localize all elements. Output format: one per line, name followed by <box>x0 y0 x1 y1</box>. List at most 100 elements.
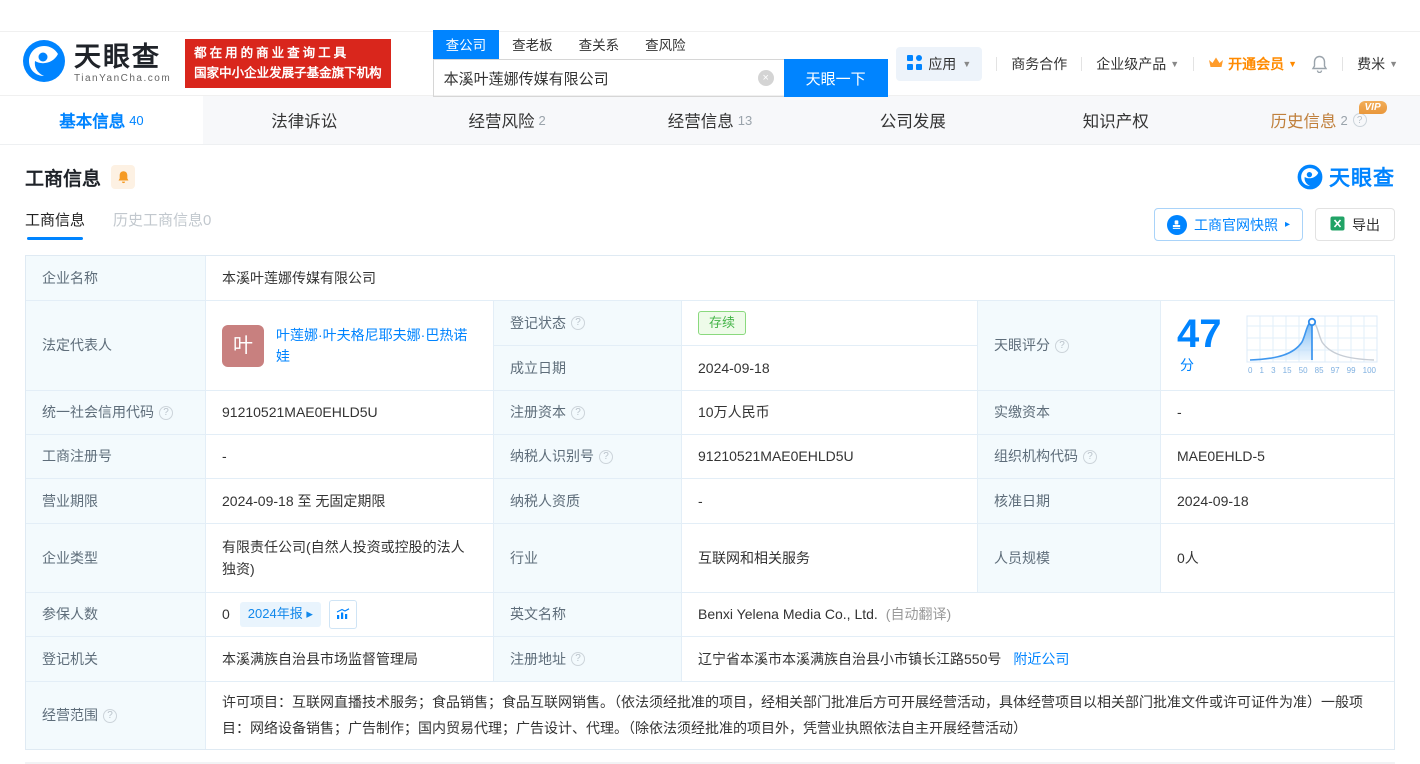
business-scope-label: 经营范围 <box>42 707 98 724</box>
reg-number-value: - <box>206 435 494 479</box>
top-strip <box>0 0 1420 32</box>
tab-label: 历史信息 <box>1270 113 1337 131</box>
tab-count: 40 <box>129 112 144 128</box>
help-icon[interactable]: ? <box>571 405 585 420</box>
field-label-reg-authority: 登记机关 <box>26 637 206 682</box>
header-menu: 应用 ▼ 商务合作 企业级产品 ▼ 开通会员 ▼ 费米 ▼ <box>896 46 1398 81</box>
field-label-business-scope: 经营范围 ? <box>26 682 206 749</box>
clear-icon[interactable]: × <box>757 70 774 86</box>
help-icon[interactable]: ? <box>599 449 613 464</box>
business-info-table: 企业名称 本溪叶莲娜传媒有限公司 法定代表人 叶 叶莲娜·叶夫格尼耶夫娜·巴热诺… <box>25 255 1395 750</box>
chevron-down-icon: ▼ <box>962 58 972 69</box>
taxpayer-qualification-value: - <box>682 479 978 524</box>
auto-translate-note: (自动翻译) <box>885 606 952 623</box>
tab-label: 公司发展 <box>879 113 946 131</box>
chevron-down-icon: ▼ <box>1288 58 1298 69</box>
tab-label: 基本信息 <box>59 113 126 131</box>
annual-report-tag[interactable]: 2024年报 ▸ <box>239 602 321 627</box>
trend-chart-button[interactable] <box>328 600 357 629</box>
field-label-staff-size: 人员规模 <box>978 524 1161 593</box>
search-button[interactable]: 天眼一下 <box>783 59 888 97</box>
field-label-tianyan-score: 天眼评分 ? <box>978 301 1161 391</box>
reg-authority-value: 本溪满族自治县市场监督管理局 <box>206 637 494 682</box>
logo-eye-icon <box>22 39 66 88</box>
nearby-companies-link[interactable]: 附近公司 <box>1013 648 1069 670</box>
brand-eye-icon <box>1297 164 1323 190</box>
company-type-value: 有限责任公司(自然人投资或控股的法人独资) <box>206 524 494 593</box>
search-tab-boss[interactable]: 查老板 <box>499 30 566 59</box>
crown-icon <box>1208 56 1224 72</box>
tab-count: 2 <box>538 112 546 128</box>
chevron-down-icon: ▼ <box>1389 58 1398 69</box>
search-tab-risk[interactable]: 查风险 <box>632 30 699 59</box>
vip-label: 开通会员 <box>1228 55 1285 72</box>
tianyan-score-cell[interactable]: 47 分 0 1 3 15 50 85 97 99 100 <box>1161 301 1394 391</box>
tab-count: 13 <box>737 112 753 128</box>
score-unit: 分 <box>1180 357 1194 374</box>
snapshot-button[interactable]: 工商官网快照 ▸ <box>1153 208 1303 241</box>
field-label-company-name: 企业名称 <box>26 256 206 301</box>
subscribe-bell-icon[interactable] <box>111 165 136 189</box>
taxpayer-id-label: 纳税人识别号 <box>510 448 594 465</box>
field-label-business-term: 营业期限 <box>26 479 206 524</box>
credit-code-value: 91210521MAE0EHLD5U <box>206 391 494 435</box>
promo-banner: 都在用的商业查询工具 国家中小企业发展子基金旗下机构 <box>185 39 391 88</box>
nav-tab-basic-info[interactable]: 基本信息 40 <box>0 96 203 144</box>
score-chart: 0 1 3 15 50 85 97 99 100 <box>1246 314 1378 378</box>
nav-tab-intellectual-property[interactable]: 知识产权 <box>1014 96 1217 144</box>
nav-tab-company-development[interactable]: 公司发展 <box>811 96 1014 144</box>
search-tab-company[interactable]: 查公司 <box>432 30 500 59</box>
help-icon[interactable]: ? <box>571 316 585 330</box>
nav-tab-legal[interactable]: 法律诉讼 <box>203 96 406 144</box>
tianyan-score-value: 47 <box>1177 312 1222 357</box>
help-icon[interactable]: ? <box>1083 449 1097 464</box>
field-label-reg-capital: 注册资本 ? <box>494 391 682 435</box>
score-label: 天眼评分 <box>994 337 1050 354</box>
field-label-industry: 行业 <box>494 524 682 593</box>
nav-tab-history-info[interactable]: VIP 历史信息 2 ? <box>1217 96 1420 144</box>
tab-count: 2 <box>1340 112 1348 128</box>
help-icon[interactable]: ? <box>571 652 585 666</box>
grid-icon <box>907 54 923 73</box>
chevron-down-icon: ▼ <box>1170 58 1180 69</box>
search-tab-relation[interactable]: 查关系 <box>566 30 633 59</box>
legal-rep-cell: 叶 叶莲娜·叶夫格尼耶夫娜·巴热诺娃 <box>206 301 494 391</box>
search-input[interactable] <box>443 69 758 87</box>
menu-vip[interactable]: 开通会员 ▼ <box>1208 54 1297 74</box>
legal-rep-avatar[interactable]: 叶 <box>222 324 264 367</box>
tianyancha-logo[interactable]: 天眼查 TianYanCha.com <box>22 39 171 88</box>
vip-badge: VIP <box>1358 101 1387 114</box>
help-icon[interactable]: ? <box>1055 338 1069 353</box>
menu-cooperation[interactable]: 商务合作 <box>1011 54 1067 74</box>
help-icon[interactable]: ? <box>1352 113 1367 127</box>
notification-bell[interactable] <box>1311 55 1328 73</box>
reg-status-cell: 存续 <box>682 301 978 346</box>
subtab-business-info[interactable]: 工商信息 <box>25 209 85 240</box>
promo-line1: 都在用的商业查询工具 <box>194 46 350 61</box>
nav-tab-operating-info[interactable]: 经营信息 13 <box>609 96 812 144</box>
address-value: 辽宁省本溪市本溪满族自治县小市镇长江路550号 <box>698 650 1002 667</box>
field-label-establish-date: 成立日期 <box>494 346 682 391</box>
subtab-history-business-info[interactable]: 历史工商信息0 <box>113 209 211 240</box>
help-icon[interactable]: ? <box>159 405 173 420</box>
promo-line2: 国家中小企业发展子基金旗下机构 <box>194 65 382 80</box>
approval-date-value: 2024-09-18 <box>1161 479 1394 524</box>
field-label-credit-code: 统一社会信用代码 ? <box>26 391 206 435</box>
divider <box>996 56 998 71</box>
field-label-reg-number: 工商注册号 <box>26 435 206 479</box>
export-button[interactable]: 导出 <box>1315 208 1395 241</box>
apps-menu[interactable]: 应用 ▼ <box>896 46 983 81</box>
apps-label: 应用 <box>928 55 957 72</box>
user-menu[interactable]: 费米 ▼ <box>1357 54 1398 74</box>
menu-enterprise[interactable]: 企业级产品 ▼ <box>1096 54 1179 74</box>
nav-tab-operating-risk[interactable]: 经营风险 2 <box>406 96 609 144</box>
logo-subtitle: TianYanCha.com <box>74 72 172 84</box>
brand-name: 天眼查 <box>1329 167 1395 190</box>
english-name-value: Benxi Yelena Media Co., Ltd. <box>698 606 878 623</box>
business-scope-value: 许可项目：互联网直播技术服务；食品销售；食品互联网销售。（依法须经批准的项目，经… <box>206 682 1394 749</box>
help-icon[interactable]: ? <box>103 708 117 723</box>
legal-rep-link[interactable]: 叶莲娜·叶夫格尼耶夫娜·巴热诺娃 <box>276 325 477 367</box>
insured-count-value: 0 <box>222 606 230 623</box>
org-code-value: MAE0EHLD-5 <box>1161 435 1394 479</box>
excel-icon <box>1330 216 1345 234</box>
